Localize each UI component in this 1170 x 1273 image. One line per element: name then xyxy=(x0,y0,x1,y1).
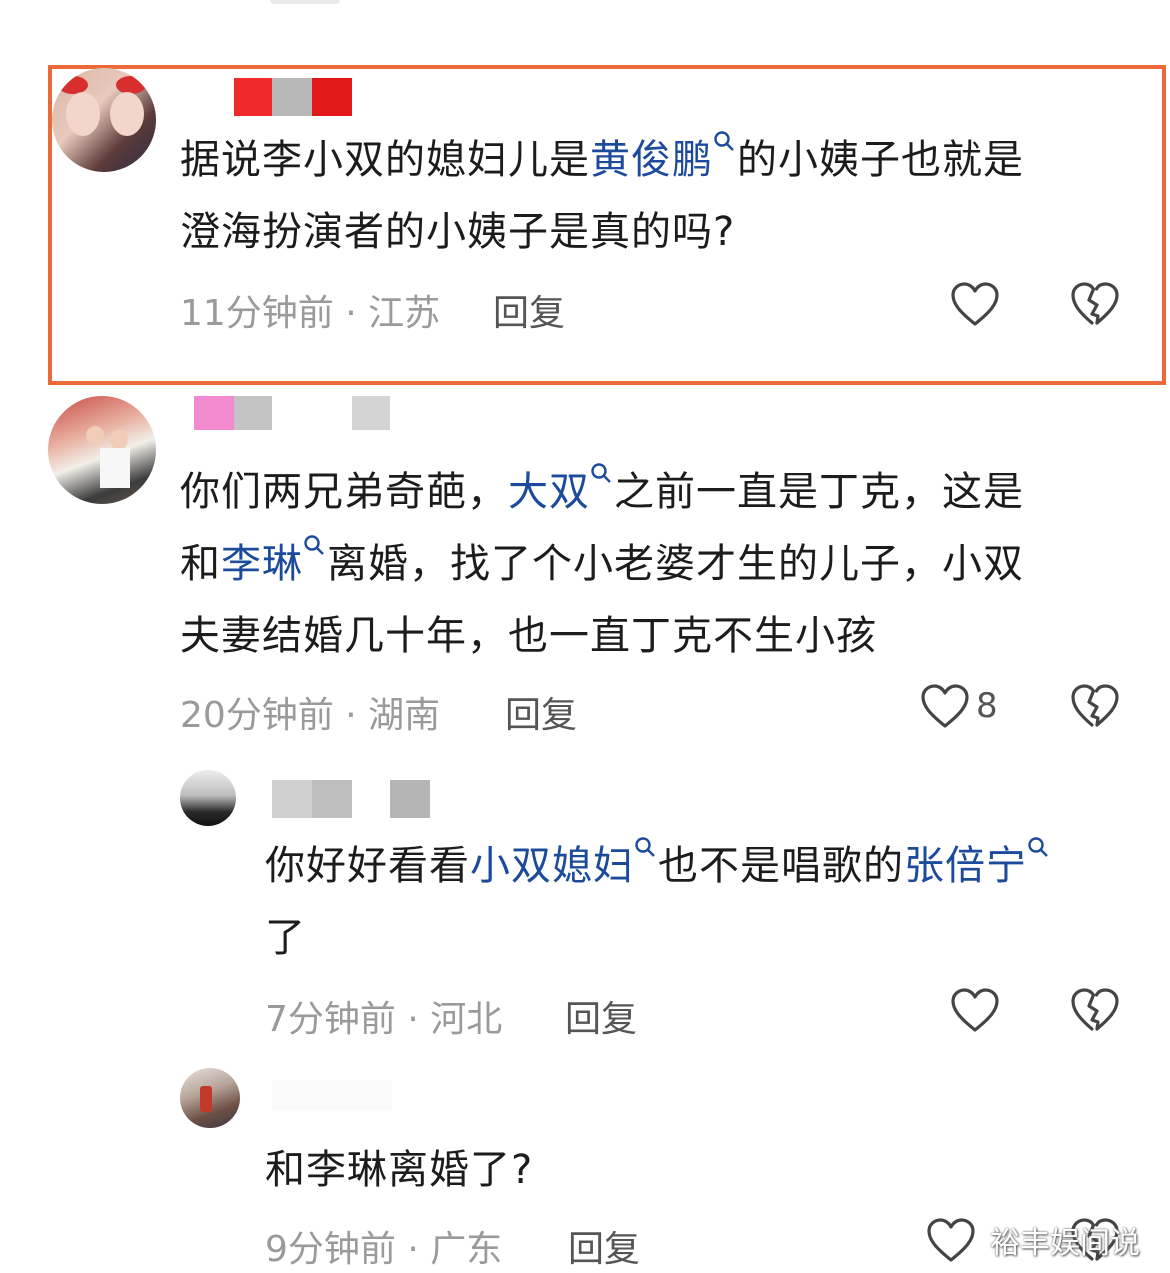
comment-meta: 7分钟前 · 河北 xyxy=(265,999,503,1040)
keyword-link[interactable]: 小双媳妇 xyxy=(470,837,658,889)
reply-button[interactable]: 回复 xyxy=(565,990,637,1042)
avatar[interactable] xyxy=(52,68,156,172)
username-mosaic[interactable] xyxy=(272,1080,392,1110)
location: 河北 xyxy=(430,999,503,1040)
keyword-link[interactable]: 李琳 xyxy=(221,535,327,587)
reply-button[interactable]: 回复 xyxy=(505,686,577,738)
search-icon xyxy=(635,837,655,857)
heart-outline-icon[interactable] xyxy=(950,988,1000,1034)
comment-meta: 20分钟前 · 湖南 xyxy=(180,695,441,736)
keyword-link[interactable]: 黄俊鹏 xyxy=(590,131,737,183)
search-icon xyxy=(304,535,324,555)
comment-meta: 9分钟前 · 广东 xyxy=(265,1229,503,1270)
heart-outline-icon[interactable] xyxy=(926,1218,976,1264)
keyword-link[interactable]: 大双 xyxy=(508,463,614,515)
like-count: 8 xyxy=(976,686,998,726)
avatar[interactable] xyxy=(48,396,156,504)
comment-text: 你好好看看小双媳妇 也不是唱歌的张倍宁了 xyxy=(265,830,1145,974)
comment-meta: 11分钟前 · 江苏 xyxy=(180,293,441,334)
avatar[interactable] xyxy=(180,770,236,826)
timestamp: 7分钟前 xyxy=(265,999,396,1040)
username-mosaic[interactable] xyxy=(194,396,390,430)
heart-outline-icon[interactable] xyxy=(950,282,1000,328)
watermark: 裕丰娱间说 xyxy=(990,1226,1140,1261)
search-icon xyxy=(1028,837,1048,857)
reply-button[interactable]: 回复 xyxy=(568,1220,640,1272)
previous-comment-remnant xyxy=(270,0,340,4)
location: 广东 xyxy=(430,1229,503,1270)
broken-heart-icon[interactable] xyxy=(1070,988,1120,1034)
search-icon xyxy=(714,131,734,151)
keyword-link[interactable]: 张倍宁 xyxy=(904,837,1051,889)
comment-text: 和李琳离婚了? xyxy=(265,1147,534,1193)
broken-heart-icon[interactable] xyxy=(1070,282,1120,328)
username-mosaic[interactable] xyxy=(234,78,352,116)
timestamp: 20分钟前 xyxy=(180,695,334,736)
broken-heart-icon[interactable] xyxy=(1070,684,1120,730)
comment-text: 你们两兄弟奇葩，大双 之前一直是丁克，这是 和李琳 离婚，找了个小老婆才生的儿子，小双… xyxy=(180,456,1140,672)
reply-button[interactable]: 回复 xyxy=(493,284,565,336)
username-mosaic[interactable] xyxy=(272,780,430,818)
location: 湖南 xyxy=(368,695,441,736)
timestamp: 9分钟前 xyxy=(265,1229,396,1270)
search-icon xyxy=(591,463,611,483)
heart-outline-icon[interactable] xyxy=(920,684,970,730)
comment-text: 据说李小双的媳妇儿是黄俊鹏 的小姨子也就是 澄海扮演者的小姨子是真的吗? xyxy=(180,124,1140,268)
timestamp: 11分钟前 xyxy=(180,293,334,334)
location: 江苏 xyxy=(368,293,441,334)
avatar[interactable] xyxy=(180,1068,240,1128)
